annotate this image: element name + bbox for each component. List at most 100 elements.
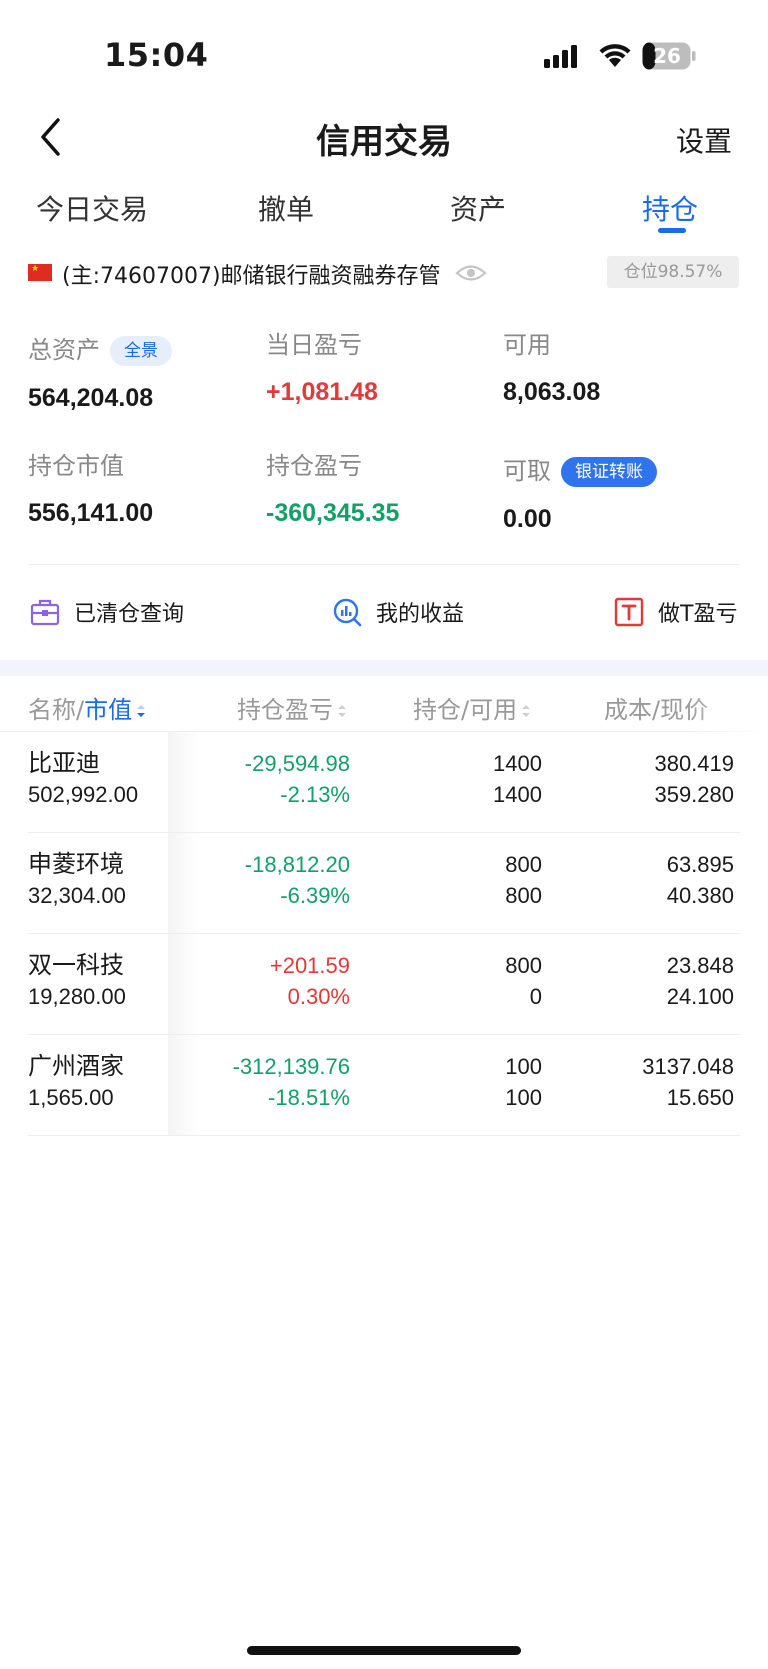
day-trade-pl-link[interactable]: 做T盈亏 (614, 592, 737, 632)
status-bar: 15:04 26 (0, 0, 768, 112)
settings-button[interactable]: 设置 (676, 120, 732, 160)
stock-cost: 3137.048 (642, 1054, 734, 1079)
my-earnings-link[interactable]: 我的收益 (332, 592, 464, 632)
stock-price: 15.650 (666, 1085, 734, 1110)
day-trade-pl-label: 做T盈亏 (658, 602, 738, 627)
cleared-positions-label: 已清仓查询 (74, 602, 185, 627)
row-divider (28, 1135, 740, 1136)
stock-position: 100 (505, 1054, 542, 1079)
stat-position-pl: 持仓盈亏 -360,345.35 (266, 451, 399, 528)
stat-total-assets: 总资产 全景 564,204.08 (28, 330, 172, 413)
status-time: 15:04 (104, 36, 209, 74)
stock-name: 双一科技 (28, 951, 124, 979)
position-pl-label: 持仓盈亏 (266, 452, 362, 480)
table-row[interactable]: 申菱环境 32,304.00 -18,812.20 -6.39% 800 800… (0, 833, 768, 934)
stat-available: 可用 8,063.08 (503, 330, 600, 407)
sticky-column-shadow (168, 1035, 200, 1136)
stock-cost: 380.419 (654, 751, 734, 776)
stock-pl-percent: -2.13% (280, 782, 350, 807)
header-name-market-value[interactable]: 名称/市值 (28, 690, 146, 725)
stock-pl: +201.59 (269, 953, 350, 978)
stock-market-value: 1,565.00 (28, 1085, 114, 1110)
tab-today-trades[interactable]: 今日交易 (36, 188, 148, 228)
stock-name: 广州酒家 (28, 1052, 124, 1080)
sticky-column-shadow (168, 934, 200, 1035)
stock-market-value: 19,280.00 (28, 984, 126, 1009)
cleared-positions-link[interactable]: 已清仓查询 (30, 592, 184, 632)
header-position-pl[interactable]: 持仓盈亏 (237, 690, 347, 725)
sticky-column-shadow (168, 833, 200, 934)
total-assets-label: 总资产 (28, 336, 100, 364)
table-row[interactable]: 双一科技 19,280.00 +201.59 0.30% 800 0 23.84… (0, 934, 768, 1035)
stock-position: 800 (505, 953, 542, 978)
stock-available: 800 (505, 883, 542, 908)
position-pl-value: -360,345.35 (266, 499, 400, 527)
daily-pl-value: +1,081.48 (266, 378, 378, 406)
sort-icon (338, 705, 346, 717)
tab-bar: 今日交易 撤单 资产 持仓 (0, 180, 768, 240)
stock-price: 359.280 (654, 782, 734, 807)
header-name-label: 名称/ (28, 696, 85, 724)
sort-icon (522, 705, 531, 717)
briefcase-icon (30, 599, 60, 626)
tab-assets[interactable]: 资产 (450, 188, 506, 228)
header-fade (688, 684, 768, 732)
tab-cancel-orders[interactable]: 撤单 (258, 188, 314, 228)
available-value: 8,063.08 (503, 378, 601, 406)
active-tab-indicator (658, 228, 686, 233)
header-market-value-label: 市值 (84, 696, 133, 724)
stat-market-value: 持仓市值 556,141.00 (28, 451, 153, 528)
table-row[interactable]: 比亚迪 502,992.00 -29,594.98 -2.13% 1400 14… (0, 732, 768, 833)
market-value-value: 556,141.00 (28, 499, 154, 527)
available-label: 可用 (503, 331, 551, 359)
table-row[interactable]: 广州酒家 1,565.00 -312,139.76 -18.51% 100 10… (0, 1035, 768, 1136)
position-ratio-badge: 仓位98.57% (607, 256, 739, 288)
account-label: (主:74607007)邮储银行融资融券存管 (62, 264, 441, 289)
stock-position: 1400 (493, 751, 542, 776)
bank-transfer-button[interactable]: 银证转账 (561, 457, 657, 487)
chart-search-icon (333, 598, 362, 627)
daily-pl-label: 当日盈亏 (266, 331, 362, 359)
stock-market-value: 32,304.00 (28, 883, 126, 908)
stock-available: 1400 (493, 782, 542, 807)
stat-withdrawable: 可取 银证转账 0.00 (503, 451, 657, 534)
header-position-label: 持仓/可用 (413, 696, 518, 724)
holdings-table-header: 名称/市值 持仓盈亏 持仓/可用 成本/现价 (0, 684, 768, 732)
stock-cost: 23.848 (666, 953, 734, 978)
stock-pl: -312,139.76 (232, 1054, 350, 1079)
stock-pl: -18,812.20 (244, 852, 350, 877)
eye-icon[interactable] (455, 262, 487, 284)
sticky-column-shadow (168, 732, 200, 833)
china-flag-icon: ★ (28, 264, 52, 281)
nav-bar: 信用交易 设置 (0, 104, 768, 172)
stat-daily-pl: 当日盈亏 +1,081.48 (266, 330, 378, 407)
section-separator (0, 660, 768, 676)
battery-level: 26 (653, 44, 681, 68)
withdrawable-label: 可取 (503, 457, 551, 485)
stock-available: 0 (529, 984, 542, 1009)
withdrawable-value: 0.00 (503, 505, 552, 533)
stock-pl-percent: -18.51% (268, 1085, 350, 1110)
stock-position: 800 (505, 852, 542, 877)
market-value-label: 持仓市值 (28, 452, 124, 480)
divider (28, 564, 740, 565)
header-pl-label: 持仓盈亏 (237, 696, 333, 724)
quick-links: 已清仓查询 我的收益 做T盈亏 (0, 592, 768, 632)
stock-name: 比亚迪 (28, 749, 100, 777)
sort-desc-icon (137, 705, 146, 717)
header-position-available[interactable]: 持仓/可用 (413, 690, 531, 725)
stock-pl-percent: -6.39% (280, 883, 350, 908)
page-title: 信用交易 (316, 122, 452, 162)
total-assets-value: 564,204.08 (28, 384, 154, 412)
tab-positions[interactable]: 持仓 (642, 188, 698, 228)
home-indicator[interactable] (247, 1646, 521, 1655)
panorama-button[interactable]: 全景 (110, 336, 172, 366)
stock-pl-percent: 0.30% (287, 984, 350, 1009)
account-row[interactable]: ★ (主:74607007)邮储银行融资融券存管 仓位98.57% (0, 256, 768, 292)
my-earnings-label: 我的收益 (376, 602, 465, 627)
stock-available: 100 (505, 1085, 542, 1110)
stock-name: 申菱环境 (28, 850, 124, 878)
stock-price: 40.380 (666, 883, 734, 908)
wifi-icon (599, 44, 631, 67)
stock-market-value: 502,992.00 (28, 782, 139, 807)
